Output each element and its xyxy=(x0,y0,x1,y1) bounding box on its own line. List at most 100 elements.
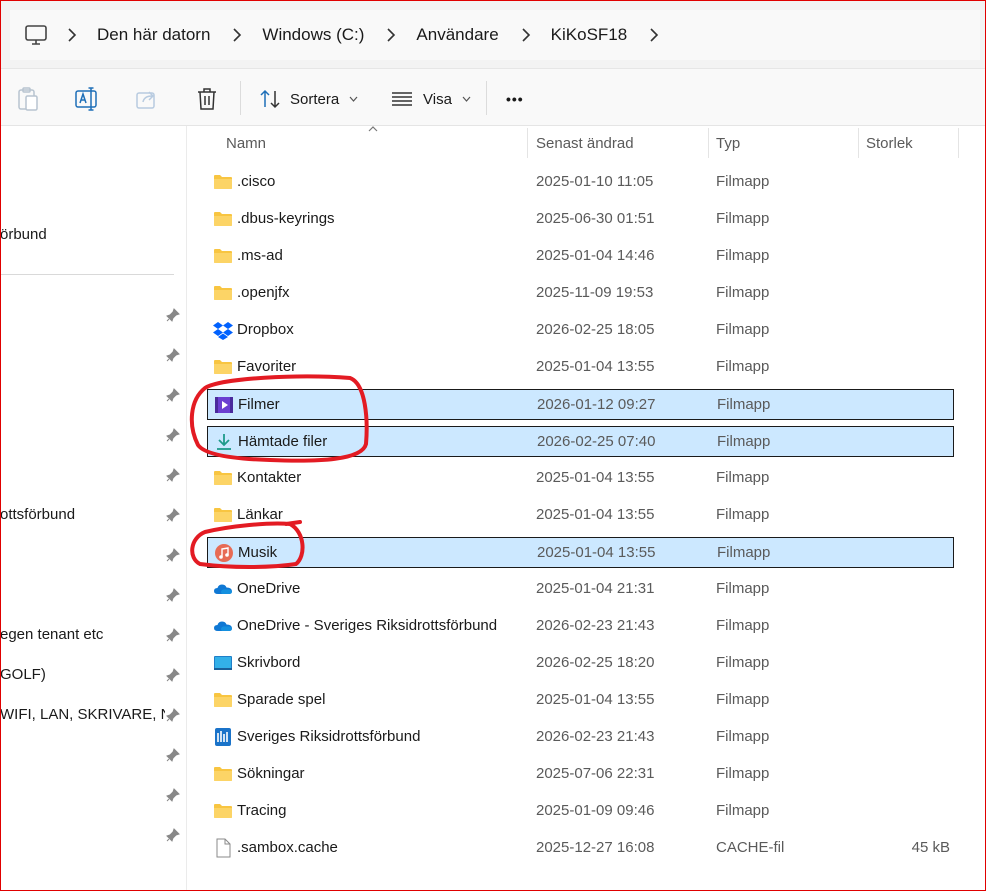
file-type: Filmapp xyxy=(716,284,770,301)
sidebar-item[interactable] xyxy=(0,424,187,448)
breadcrumb-label[interactable]: Den här datorn xyxy=(97,25,210,45)
chevron-right-icon[interactable] xyxy=(649,28,659,42)
dropbox-icon xyxy=(213,320,233,340)
file-row[interactable]: OneDrive - Sveriges Riksidrottsförbund 20… xyxy=(207,611,954,642)
file-name: OneDrive xyxy=(237,580,301,597)
pin-icon[interactable] xyxy=(166,468,180,482)
sort-button[interactable]: Sortera xyxy=(260,85,358,113)
sharepoint-library-icon xyxy=(213,727,233,747)
paste-button[interactable] xyxy=(16,85,40,113)
music-folder-icon xyxy=(214,543,234,563)
breadcrumb-item[interactable]: Den här datorn xyxy=(67,25,232,45)
sidebar-item[interactable] xyxy=(0,384,187,408)
file-row[interactable]: .cisco 2025-01-10 11:05 Filmapp xyxy=(207,167,954,198)
file-row[interactable]: .openjfx 2025-11-09 19:53 Filmapp xyxy=(207,278,954,309)
file-modified: 2025-12-27 16:08 xyxy=(536,839,655,856)
sidebar-item[interactable] xyxy=(0,744,187,768)
file-type: Filmapp xyxy=(716,765,770,782)
file-row[interactable]: Länkar 2025-01-04 13:55 Filmapp xyxy=(207,500,954,531)
delete-button[interactable] xyxy=(195,85,219,113)
file-row[interactable]: Musik 2025-01-04 13:55 Filmapp xyxy=(207,537,954,568)
file-modified: 2026-02-23 21:43 xyxy=(536,728,655,745)
breadcrumb-item[interactable]: Windows (C:) xyxy=(232,25,386,45)
pin-icon[interactable] xyxy=(166,708,180,722)
sidebar-item-label: egen tenant etc xyxy=(0,626,104,643)
file-row[interactable]: .sambox.cache 2025-12-27 16:08 CACHE-fil 45… xyxy=(207,833,954,864)
breadcrumb-item[interactable]: Användare xyxy=(386,25,520,45)
file-modified: 2025-11-09 19:53 xyxy=(536,284,654,301)
rename-button[interactable] xyxy=(74,85,100,113)
sidebar-item[interactable]: GOLF) xyxy=(0,664,187,688)
sidebar-item-label: örbund xyxy=(0,226,47,243)
pin-icon[interactable] xyxy=(166,428,180,442)
sidebar-item[interactable] xyxy=(0,784,187,808)
file-name: .dbus-keyrings xyxy=(237,210,335,227)
sidebar-item[interactable] xyxy=(0,344,187,368)
file-modified: 2025-01-04 14:46 xyxy=(536,247,655,264)
sidebar-item[interactable] xyxy=(0,464,187,488)
breadcrumb-expand[interactable] xyxy=(649,28,679,42)
file-row[interactable]: Hämtade filer 2026-02-25 07:40 Filmapp xyxy=(207,426,954,457)
sidebar-item[interactable]: egen tenant etc xyxy=(0,624,187,648)
column-divider[interactable] xyxy=(708,128,709,158)
file-type: Filmapp xyxy=(717,396,771,413)
file-row[interactable]: Dropbox 2026-02-25 18:05 Filmapp xyxy=(207,315,954,346)
pin-icon[interactable] xyxy=(166,508,180,522)
pin-icon[interactable] xyxy=(166,668,180,682)
file-row[interactable]: .dbus-keyrings 2025-06-30 01:51 Filmapp xyxy=(207,204,954,235)
file-row[interactable]: OneDrive 2025-01-04 21:31 Filmapp xyxy=(207,574,954,605)
sort-icon xyxy=(260,89,280,109)
view-button[interactable]: Visa xyxy=(391,85,471,113)
sidebar-item[interactable] xyxy=(0,304,187,328)
column-size[interactable]: Storlek xyxy=(866,135,913,152)
column-type[interactable]: Typ xyxy=(716,135,740,152)
share-button[interactable] xyxy=(134,85,160,113)
file-row[interactable]: Sveriges Riksidrottsförbund 2026-02-23 21… xyxy=(207,722,954,753)
pin-icon[interactable] xyxy=(166,748,180,762)
file-row[interactable]: Sökningar 2025-07-06 22:31 Filmapp xyxy=(207,759,954,790)
column-name[interactable]: Namn xyxy=(226,135,266,152)
breadcrumb[interactable]: Den här datorn Windows (C:) Användare Ki… xyxy=(10,10,980,60)
sidebar-item[interactable]: örbund xyxy=(0,224,187,248)
breadcrumb-label[interactable]: Användare xyxy=(416,25,498,45)
file-row[interactable]: Sparade spel 2025-01-04 13:55 Filmapp xyxy=(207,685,954,716)
breadcrumb-label[interactable]: KiKoSF18 xyxy=(551,25,628,45)
pin-icon[interactable] xyxy=(166,828,180,842)
this-pc-icon[interactable] xyxy=(23,23,49,47)
pin-icon[interactable] xyxy=(166,788,180,802)
file-type: Filmapp xyxy=(716,506,770,523)
file-type: Filmapp xyxy=(716,321,770,338)
file-row[interactable]: Kontakter 2025-01-04 13:55 Filmapp xyxy=(207,463,954,494)
file-type: Filmapp xyxy=(716,617,770,634)
sidebar-item[interactable] xyxy=(0,544,187,568)
column-divider[interactable] xyxy=(858,128,859,158)
file-type: Filmapp xyxy=(716,358,770,375)
breadcrumb-label[interactable]: Windows (C:) xyxy=(262,25,364,45)
file-row[interactable]: Tracing 2025-01-09 09:46 Filmapp xyxy=(207,796,954,827)
file-modified: 2025-01-04 13:55 xyxy=(536,358,655,375)
onedrive-icon xyxy=(213,616,233,636)
column-header: Namn Senast ändrad Typ Storlek xyxy=(188,126,986,160)
file-row[interactable]: Favoriter 2025-01-04 13:55 Filmapp xyxy=(207,352,954,383)
column-modified[interactable]: Senast ändrad xyxy=(536,135,634,152)
column-divider[interactable] xyxy=(958,128,959,158)
pin-icon[interactable] xyxy=(166,548,180,562)
sidebar-item[interactable]: WIFI, LAN, SKRIVARE, NA xyxy=(0,704,187,728)
pin-icon[interactable] xyxy=(166,588,180,602)
file-row[interactable]: Filmer 2026-01-12 09:27 Filmapp xyxy=(207,389,954,420)
file-modified: 2026-02-25 07:40 xyxy=(537,433,656,450)
pin-icon[interactable] xyxy=(166,628,180,642)
more-options-button[interactable]: ••• xyxy=(506,85,524,113)
breadcrumb-item[interactable]: KiKoSF18 xyxy=(521,25,650,45)
file-row[interactable]: Skrivbord 2026-02-25 18:20 Filmapp xyxy=(207,648,954,679)
command-bar: Sortera Visa ••• xyxy=(0,68,986,126)
pin-icon[interactable] xyxy=(166,308,180,322)
sidebar-item[interactable] xyxy=(0,584,187,608)
sidebar-item[interactable]: ottsförbund xyxy=(0,504,187,528)
pin-icon[interactable] xyxy=(166,348,180,362)
file-row[interactable]: .ms-ad 2025-01-04 14:46 Filmapp xyxy=(207,241,954,272)
sort-label: Sortera xyxy=(290,90,340,108)
pin-icon[interactable] xyxy=(166,388,180,402)
sidebar-item[interactable] xyxy=(0,824,187,848)
column-divider[interactable] xyxy=(527,128,528,158)
